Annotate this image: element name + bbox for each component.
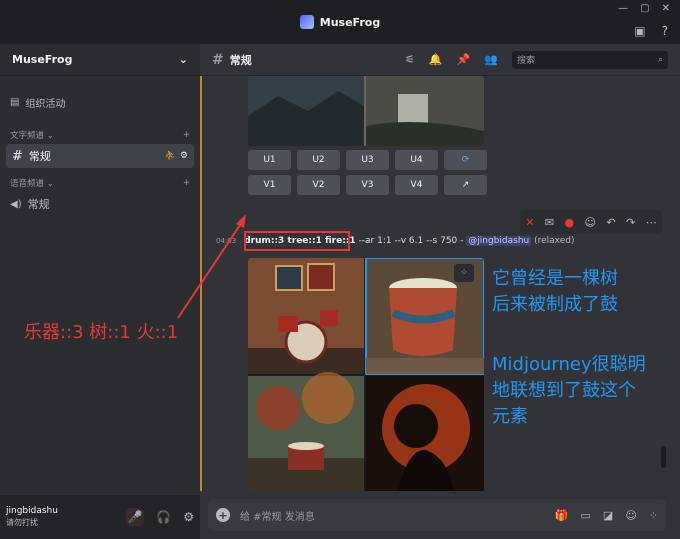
annotation-arrow	[177, 214, 246, 319]
